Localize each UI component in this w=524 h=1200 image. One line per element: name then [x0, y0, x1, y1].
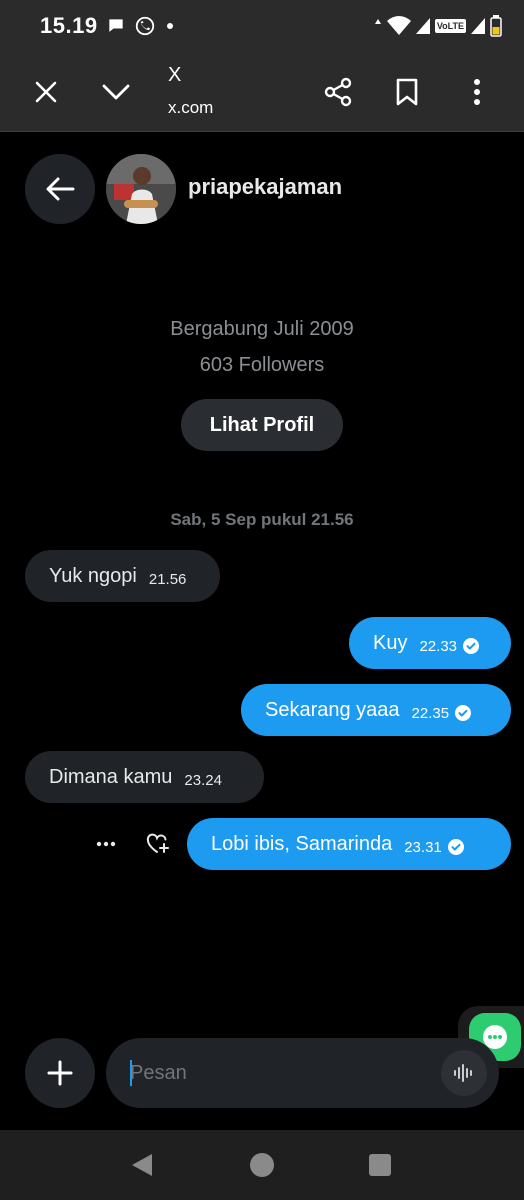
text-caret: [130, 1060, 132, 1086]
message-text: Sekarang yaaa: [265, 698, 400, 721]
system-nav-bar: [0, 1130, 524, 1200]
status-bar: 15.19 VoLTE: [0, 0, 524, 52]
close-tab-button[interactable]: [22, 68, 70, 116]
avatar-image: [106, 154, 176, 224]
more-vertical-icon: [474, 79, 480, 105]
message-composer: [106, 1038, 499, 1108]
dot-icon: [166, 23, 173, 29]
message-time: 21.56: [148, 570, 187, 588]
volte-badge: VoLTE: [434, 19, 466, 33]
read-check-icon: [455, 705, 472, 721]
data-arrows-icon: [374, 19, 381, 24]
waveform-icon: [454, 1064, 472, 1082]
view-profile-button[interactable]: Lihat Profil: [181, 399, 343, 451]
square-recents-icon: [369, 1154, 391, 1176]
nav-back-button[interactable]: [118, 1141, 166, 1189]
browser-toolbar: X x.com: [0, 52, 524, 132]
signal-icon-2: [471, 18, 485, 34]
message-text: Lobi ibis, Samarinda: [211, 832, 393, 855]
message-text: Dimana kamu: [49, 765, 173, 788]
battery-icon: [490, 15, 502, 37]
more-horizontal-icon: [96, 841, 116, 847]
read-check-icon: [463, 638, 480, 654]
message-bubble-outgoing[interactable]: Kuy 22.33: [349, 617, 511, 669]
bookmark-button[interactable]: [383, 68, 431, 116]
browser-page-title: X: [168, 64, 182, 86]
share-icon: [324, 77, 352, 107]
triangle-back-icon: [132, 1154, 152, 1176]
signal-icon: [415, 18, 430, 34]
circle-home-icon: [250, 1153, 274, 1177]
chat-username[interactable]: priapekajaman: [188, 174, 342, 200]
browser-url[interactable]: x.com: [168, 98, 213, 118]
close-icon: [35, 81, 57, 103]
screen: 15.19 VoLTE X x.com priapekajaman Bergab…: [0, 0, 524, 1200]
status-time: 15.19: [40, 13, 98, 38]
message-time: 22.35: [411, 704, 450, 722]
bookmark-icon: [396, 78, 418, 106]
plus-icon: [47, 1060, 73, 1086]
share-button[interactable]: [314, 68, 362, 116]
message-more-button[interactable]: [92, 830, 120, 858]
message-text: Kuy: [373, 631, 408, 654]
message-time: 23.31: [404, 838, 442, 856]
chevron-down-icon: [102, 84, 130, 100]
read-check-icon: [447, 839, 464, 855]
heart-plus-icon: [146, 833, 169, 853]
whatsapp-icon: [135, 16, 154, 36]
message-time: 22.33: [419, 637, 458, 655]
message-bubble-incoming[interactable]: Dimana kamu 23.24: [25, 751, 264, 803]
nav-recents-button[interactable]: [356, 1141, 404, 1189]
avatar[interactable]: [106, 154, 176, 224]
add-attachment-button[interactable]: [25, 1038, 95, 1108]
nav-home-button[interactable]: [238, 1141, 286, 1189]
add-reaction-button[interactable]: [144, 830, 172, 858]
arrow-left-icon: [46, 177, 75, 201]
message-bubble-incoming[interactable]: Yuk ngopi 21.56: [25, 550, 220, 602]
message-bubble-outgoing[interactable]: Sekarang yaaa 22.35: [241, 684, 511, 736]
wifi-icon: [386, 16, 411, 35]
back-button[interactable]: [25, 154, 95, 224]
status-system-icons: VoLTE: [374, 15, 502, 37]
more-options-button[interactable]: [453, 68, 501, 116]
minimize-button[interactable]: [92, 68, 140, 116]
followers-count: 603 Followers: [199, 354, 325, 376]
chat-bubble-icon: [108, 19, 123, 32]
message-text: Yuk ngopi: [49, 564, 137, 587]
message-input[interactable]: [130, 1038, 430, 1108]
join-date: Bergabung Juli 2009: [170, 318, 354, 340]
message-bubble-outgoing[interactable]: Lobi ibis, Samarinda 23.31: [187, 818, 511, 870]
date-separator: Sab, 5 Sep pukul 21.56: [170, 510, 354, 529]
message-time: 23.24: [184, 771, 222, 789]
voice-message-button[interactable]: [441, 1050, 487, 1096]
status-notification-icons: [106, 15, 176, 37]
